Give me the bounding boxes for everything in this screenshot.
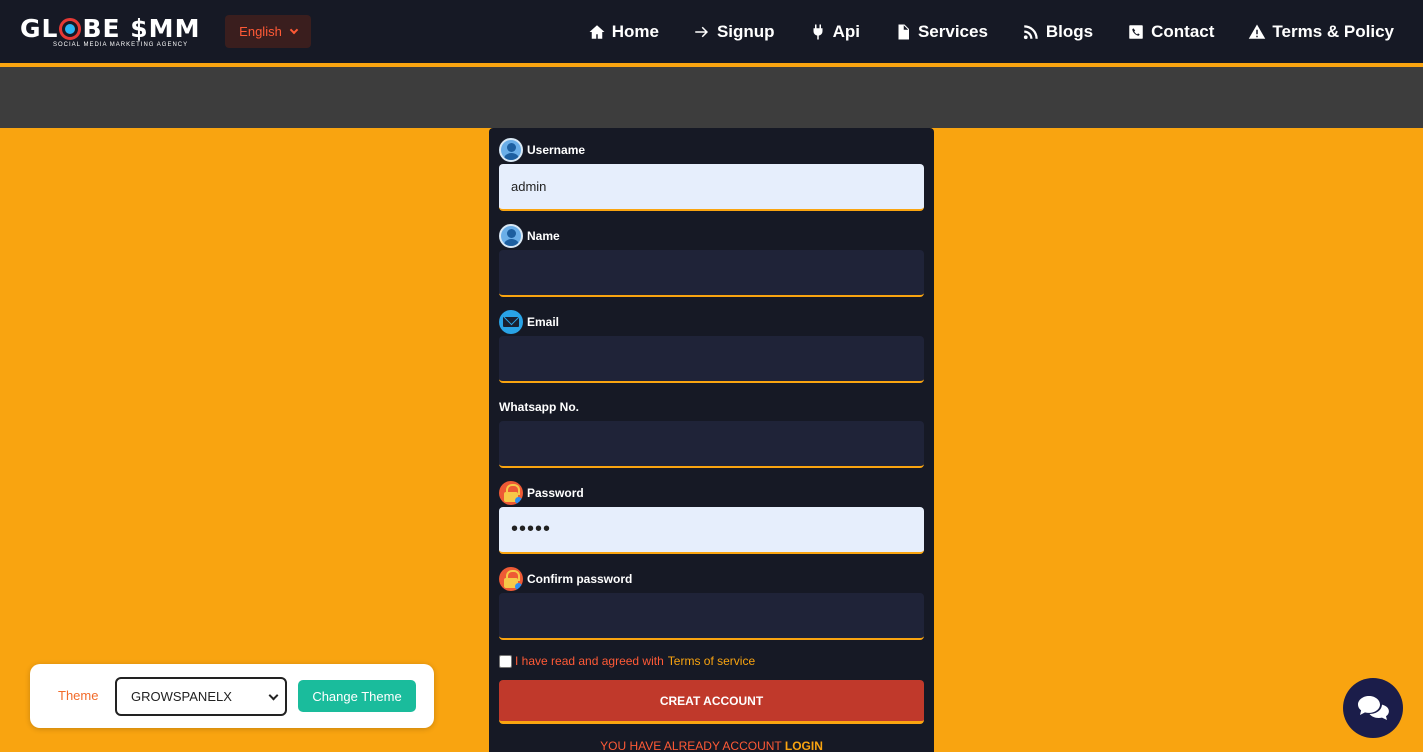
nav-services[interactable]: Services: [894, 22, 988, 42]
nav-blogs-label: Blogs: [1045, 22, 1094, 41]
nav-blogs[interactable]: Blogs: [1022, 22, 1093, 42]
nav-terms[interactable]: Terms & Policy: [1248, 22, 1394, 42]
nav-signup[interactable]: Signup: [693, 22, 775, 42]
warning-icon: [1248, 23, 1266, 41]
username-input[interactable]: [499, 164, 924, 211]
logo-subtitle: SOCIAL MEDIA MARKETING AGENCY: [53, 42, 189, 48]
email-input[interactable]: [499, 336, 924, 383]
page-banner: [0, 67, 1423, 128]
nav-home[interactable]: Home: [588, 22, 659, 42]
password-label: Password: [527, 486, 584, 500]
password-field-group: Password: [499, 481, 924, 554]
create-account-button[interactable]: CREAT ACCOUNT: [499, 680, 924, 724]
signup-form-card: Username Name Email Whatsapp No. Passwor…: [489, 128, 934, 752]
email-field-group: Email: [499, 310, 924, 383]
name-label: Name: [527, 229, 560, 243]
arrow-right-icon: [693, 23, 711, 41]
plug-icon: [809, 23, 827, 41]
theme-select[interactable]: GROWSPANELX: [115, 677, 287, 716]
site-logo[interactable]: GL BE $MM SOCIAL MEDIA MARKETING AGENCY: [20, 14, 200, 54]
theme-label: Theme: [58, 688, 99, 703]
terms-agreement: I have read and agreed with Terms of ser…: [499, 654, 755, 668]
nav-contact-label: Contact: [1151, 22, 1215, 41]
terms-of-service-link[interactable]: Terms of service: [668, 654, 755, 668]
email-label: Email: [527, 315, 560, 329]
whatsapp-field-group: Whatsapp No.: [499, 395, 924, 468]
username-field-group: Username: [499, 138, 924, 211]
login-link[interactable]: LOGIN: [785, 739, 823, 752]
user-icon: [499, 138, 523, 162]
already-account-text: YOU HAVE ALREADY ACCOUNT: [600, 739, 782, 752]
rss-icon: [1022, 23, 1040, 41]
nav-api[interactable]: Api: [809, 22, 860, 42]
terms-text: I have read and agreed with: [515, 654, 664, 668]
name-input[interactable]: [499, 250, 924, 297]
whatsapp-label: Whatsapp No.: [499, 400, 579, 414]
terms-checkbox[interactable]: [499, 654, 512, 668]
envelope-icon: [499, 310, 523, 334]
confirm-password-field-group: Confirm password: [499, 567, 924, 640]
language-label: English: [239, 24, 282, 39]
chevron-down-icon: [289, 25, 299, 34]
whatsapp-input[interactable]: [499, 421, 924, 468]
nav-home-label: Home: [611, 22, 659, 41]
top-navbar: GL BE $MM SOCIAL MEDIA MARKETING AGENCY E…: [0, 0, 1423, 65]
theme-selected-value: GROWSPANELX: [131, 689, 232, 704]
chevron-down-icon: [268, 690, 279, 701]
nav-contact[interactable]: Contact: [1127, 22, 1214, 42]
nav-services-label: Services: [917, 22, 988, 41]
lock-icon: [499, 567, 523, 591]
main-nav: Home Signup Api Services Blogs Contact T…: [554, 20, 1394, 44]
language-dropdown[interactable]: English: [225, 15, 311, 48]
password-input[interactable]: [499, 507, 924, 554]
confirm-password-input[interactable]: [499, 593, 924, 640]
globe-logo-icon: [59, 18, 82, 40]
name-field-group: Name: [499, 224, 924, 297]
chat-button[interactable]: [1343, 678, 1403, 738]
nav-signup-label: Signup: [716, 22, 775, 41]
phone-icon: [1127, 23, 1145, 41]
theme-switcher: Theme GROWSPANELX Change Theme: [30, 664, 434, 728]
user-icon: [499, 224, 523, 248]
confirm-password-label: Confirm password: [527, 572, 633, 586]
document-icon: [894, 23, 912, 41]
lock-icon: [499, 481, 523, 505]
username-label: Username: [527, 143, 586, 157]
home-icon: [588, 23, 606, 41]
nav-api-label: Api: [832, 22, 860, 41]
already-account-line: YOU HAVE ALREADY ACCOUNT LOGIN: [489, 739, 934, 752]
change-theme-button[interactable]: Change Theme: [298, 680, 416, 712]
nav-terms-label: Terms & Policy: [1272, 22, 1394, 41]
chat-bubbles-icon: [1358, 696, 1389, 720]
